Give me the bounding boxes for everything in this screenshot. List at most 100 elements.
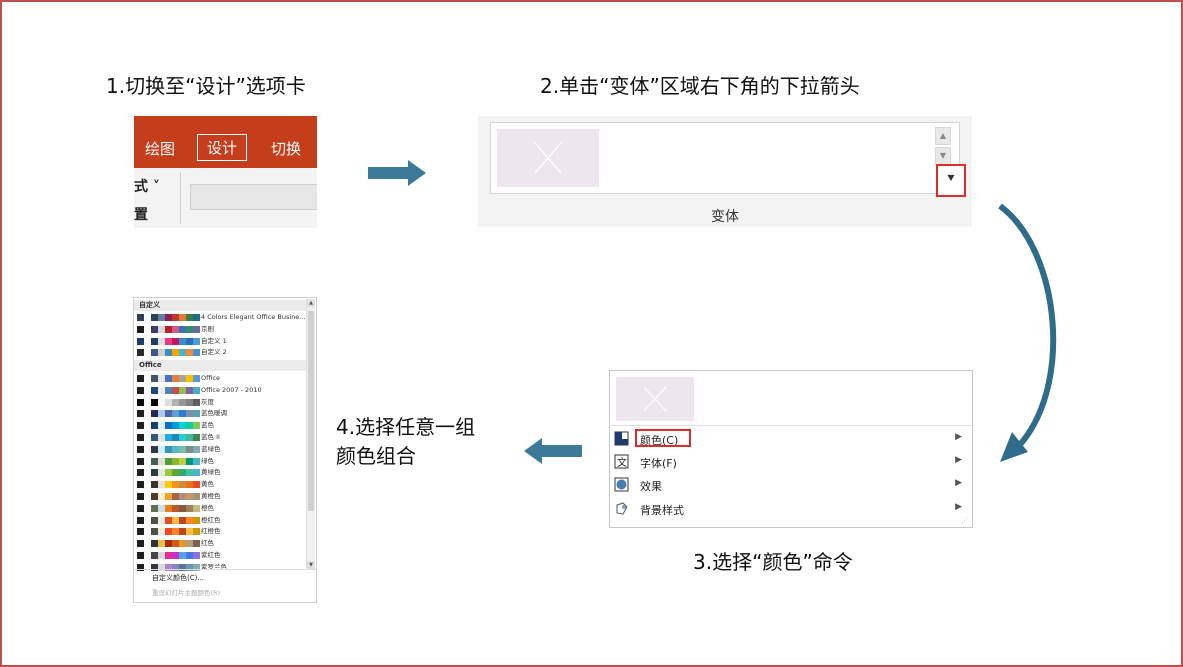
color-swatch — [179, 386, 186, 394]
color-scheme-item[interactable]: 黄色 — [137, 479, 307, 490]
custom-colors-link[interactable]: 自定义颜色(C)... — [152, 573, 204, 583]
color-swatch — [144, 410, 151, 418]
color-scheme-name: 黄色 — [201, 480, 214, 489]
color-swatch — [165, 540, 172, 548]
color-swatch — [165, 445, 172, 453]
tab-draw[interactable]: 绘图 — [145, 138, 175, 159]
color-scheme-item[interactable]: 红橙色 — [137, 526, 307, 537]
scroll-down-icon[interactable]: ▼ — [935, 147, 951, 165]
scroll-up-icon[interactable]: ▲ — [307, 299, 315, 307]
color-scheme-item[interactable]: 4 Colors Elegant Office Busine... — [137, 312, 307, 323]
tab-design[interactable]: 设计 — [197, 134, 248, 161]
color-swatch — [151, 314, 158, 321]
color-swatch — [186, 337, 193, 345]
scroll-down-icon[interactable]: ▼ — [307, 561, 315, 569]
color-swatch — [179, 540, 186, 548]
color-swatch — [151, 481, 158, 489]
color-scheme-name: 4 Colors Elegant Office Busine... — [201, 313, 306, 321]
color-swatch — [144, 528, 151, 536]
color-swatch-strip — [137, 552, 200, 559]
color-swatch — [193, 325, 200, 333]
color-swatch-strip — [137, 422, 200, 430]
variant-thumbnail-small[interactable] — [616, 377, 694, 421]
color-swatch — [172, 481, 179, 489]
menu-item-background-styles[interactable]: 背景样式 ▶ — [610, 498, 972, 520]
list-scrollbar[interactable]: ▲ ▼ — [306, 299, 315, 569]
color-swatch — [193, 457, 200, 465]
color-swatch — [151, 516, 158, 524]
color-scheme-name: 紫罗兰色 — [201, 562, 227, 571]
color-scheme-item[interactable]: 橙红色 — [137, 515, 307, 526]
color-swatch — [137, 540, 144, 548]
color-scheme-item[interactable]: Office 2007 - 2010 — [137, 385, 307, 396]
color-scheme-item[interactable]: 自定义 2 — [137, 347, 307, 358]
color-swatch — [144, 325, 151, 333]
color-swatch — [172, 349, 179, 357]
color-swatch — [172, 314, 179, 321]
color-swatch — [179, 422, 186, 430]
color-swatch — [186, 516, 193, 524]
color-swatch — [186, 422, 193, 430]
section-header-custom: 自定义 — [134, 300, 307, 311]
chevron-right-icon: ▶ — [955, 455, 962, 465]
left-arrow-icon — [524, 438, 582, 464]
color-scheme-item[interactable]: 自定义 1 — [137, 336, 307, 347]
variants-panel: ▲ ▼ ⯆ 变体 — [478, 116, 972, 227]
placeholder-x-icon — [534, 142, 562, 174]
color-scheme-item[interactable]: 红色 — [137, 538, 307, 549]
color-scheme-item[interactable]: 蓝色暖调 — [137, 408, 307, 419]
color-scheme-name: 蓝绿色 — [201, 444, 221, 453]
color-scheme-item[interactable]: 黄绿色 — [137, 467, 307, 478]
color-scheme-item[interactable]: Office — [137, 373, 307, 384]
color-swatch — [137, 434, 144, 441]
color-swatch — [193, 422, 200, 430]
color-swatch — [165, 481, 172, 489]
color-swatch — [186, 375, 193, 382]
color-scheme-item[interactable]: 紫红色 — [137, 550, 307, 561]
color-scheme-item[interactable]: 蓝绿色 — [137, 444, 307, 455]
menu-item-label: 字体(F) — [640, 457, 677, 470]
ribbon-format-label[interactable]: 式 ˅ — [134, 176, 160, 196]
color-swatch — [137, 386, 144, 394]
color-scheme-item[interactable]: 蓝色 — [137, 420, 307, 431]
more-dropdown-button[interactable]: ⯆ — [936, 164, 966, 197]
color-swatch — [193, 445, 200, 453]
color-scheme-name: 自定义 2 — [201, 348, 227, 357]
color-scheme-item[interactable]: 黄橙色 — [137, 491, 307, 502]
color-scheme-item[interactable]: 绿色 — [137, 456, 307, 467]
color-scheme-item[interactable]: 灰度 — [137, 397, 307, 408]
color-swatch — [151, 325, 158, 333]
color-swatch — [179, 552, 186, 559]
variant-thumbnail[interactable] — [497, 129, 599, 187]
color-swatch — [151, 445, 158, 453]
color-swatch — [158, 457, 165, 465]
tab-transition[interactable]: 切换 — [271, 138, 301, 159]
color-swatch — [151, 552, 158, 559]
color-scheme-name: 红橙色 — [201, 527, 221, 536]
color-scheme-item[interactable]: 京剧 — [137, 324, 307, 335]
color-scheme-item[interactable]: 蓝色 II — [137, 432, 307, 443]
color-scheme-item[interactable]: 紫罗兰色 — [137, 562, 307, 573]
color-swatch — [158, 504, 165, 512]
color-swatch — [179, 337, 186, 345]
color-scheme-name: 蓝色 II — [201, 433, 220, 441]
color-swatch — [158, 540, 165, 548]
color-swatch — [172, 445, 179, 453]
menu-item-fonts[interactable]: 文 字体(F) ▶ — [610, 451, 972, 473]
chevron-right-icon: ▶ — [955, 478, 962, 488]
resize-grip-icon[interactable]: ⋰ — [961, 517, 968, 525]
color-scheme-name: Office 2007 - 2010 — [201, 385, 262, 394]
color-swatch — [172, 469, 179, 477]
scroll-up-icon[interactable]: ▲ — [935, 127, 951, 145]
menu-item-effects[interactable]: 效果 ▶ — [610, 474, 972, 496]
scrollbar-thumb[interactable] — [308, 311, 314, 511]
color-swatch — [151, 375, 158, 382]
color-swatch — [137, 552, 144, 559]
color-swatch — [137, 516, 144, 524]
color-swatch — [144, 349, 151, 357]
color-scheme-item[interactable]: 橙色 — [137, 503, 307, 514]
color-swatch — [151, 422, 158, 430]
color-scheme-name: 灰度 — [201, 397, 214, 406]
ribbon-setup-label[interactable]: 置 — [134, 204, 148, 224]
color-swatch — [186, 528, 193, 536]
